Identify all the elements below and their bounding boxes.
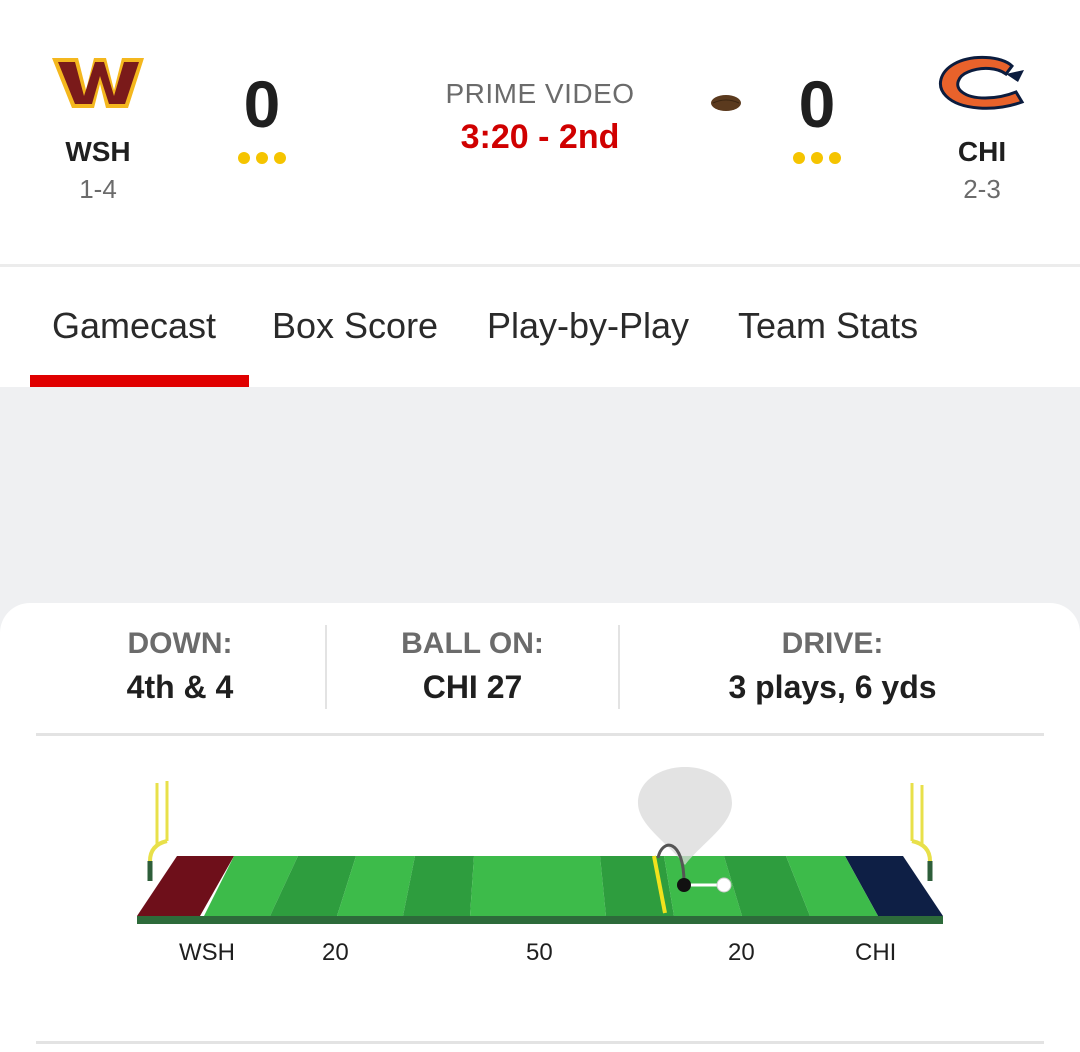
tab-play-by-play[interactable]: Play-by-Play bbox=[487, 305, 689, 347]
field-label-wsh: WSH bbox=[179, 939, 235, 966]
ball-position-dot bbox=[677, 878, 691, 892]
tab-gamecast[interactable]: Gamecast bbox=[52, 305, 216, 347]
divider bbox=[618, 625, 620, 709]
football-icon bbox=[711, 95, 741, 111]
down-label: DOWN: bbox=[127, 627, 233, 660]
drive-label: DRIVE: bbox=[781, 627, 884, 660]
scoreboard-header: WSH 1-4 0 PRIME VIDEO 3:20 - 2nd 0 CHI 2… bbox=[0, 0, 1080, 264]
home-team[interactable]: WSH 1-4 bbox=[33, 52, 163, 205]
down-value: 4th & 4 bbox=[126, 669, 234, 705]
right-goalpost-icon bbox=[910, 783, 933, 881]
away-team[interactable]: CHI 2-3 bbox=[917, 52, 1047, 205]
tab-box-score[interactable]: Box Score bbox=[272, 305, 438, 347]
away-timeouts bbox=[793, 152, 841, 164]
timeout-dot bbox=[811, 152, 823, 164]
timeout-dot bbox=[793, 152, 805, 164]
drive-stat: DRIVE: 3 plays, 6 yds bbox=[650, 627, 1015, 706]
left-goalpost-icon bbox=[147, 781, 169, 881]
home-team-abbr: WSH bbox=[65, 136, 131, 167]
divider bbox=[325, 625, 327, 709]
timeout-dot bbox=[829, 152, 841, 164]
field-label-50: 50 bbox=[526, 939, 553, 966]
game-situation-card: DOWN: 4th & 4 BALL ON: CHI 27 DRIVE: 3 p… bbox=[0, 603, 1080, 1052]
field-label-chi: CHI bbox=[855, 939, 897, 966]
ball-on-value: CHI 27 bbox=[422, 669, 523, 705]
bears-c-logo-icon bbox=[938, 55, 1025, 110]
field-label-20: 20 bbox=[322, 939, 349, 966]
commanders-w-logo-icon bbox=[52, 58, 144, 108]
home-team-record: 1-4 bbox=[79, 174, 117, 204]
away-score: 0 bbox=[798, 67, 836, 141]
ball-on-label: BALL ON: bbox=[401, 627, 544, 660]
tab-team-stats[interactable]: Team Stats bbox=[738, 305, 918, 347]
drive-value: 3 plays, 6 yds bbox=[728, 669, 937, 705]
home-timeouts bbox=[238, 152, 286, 164]
timeout-dot bbox=[238, 152, 250, 164]
field-label-20: 20 bbox=[728, 939, 755, 966]
timeout-dot bbox=[256, 152, 268, 164]
home-score: 0 bbox=[243, 67, 281, 141]
divider bbox=[36, 733, 1044, 736]
down-stat: DOWN: 4th & 4 bbox=[60, 627, 300, 706]
play-end-dot bbox=[716, 877, 732, 893]
ball-marker-bubble bbox=[638, 767, 732, 865]
away-team-abbr: CHI bbox=[957, 136, 1007, 167]
timeout-dot bbox=[274, 152, 286, 164]
active-tab-indicator bbox=[30, 375, 249, 387]
field-edge bbox=[137, 916, 943, 924]
broadcast-network: PRIME VIDEO bbox=[445, 78, 635, 109]
game-tabs: Gamecast Box Score Play-by-Play Team Sta… bbox=[0, 267, 1080, 387]
divider bbox=[36, 1041, 1044, 1044]
away-team-record: 2-3 bbox=[963, 174, 1001, 204]
ball-on-stat: BALL ON: CHI 27 bbox=[350, 627, 595, 706]
game-clock: 3:20 - 2nd bbox=[460, 118, 620, 156]
